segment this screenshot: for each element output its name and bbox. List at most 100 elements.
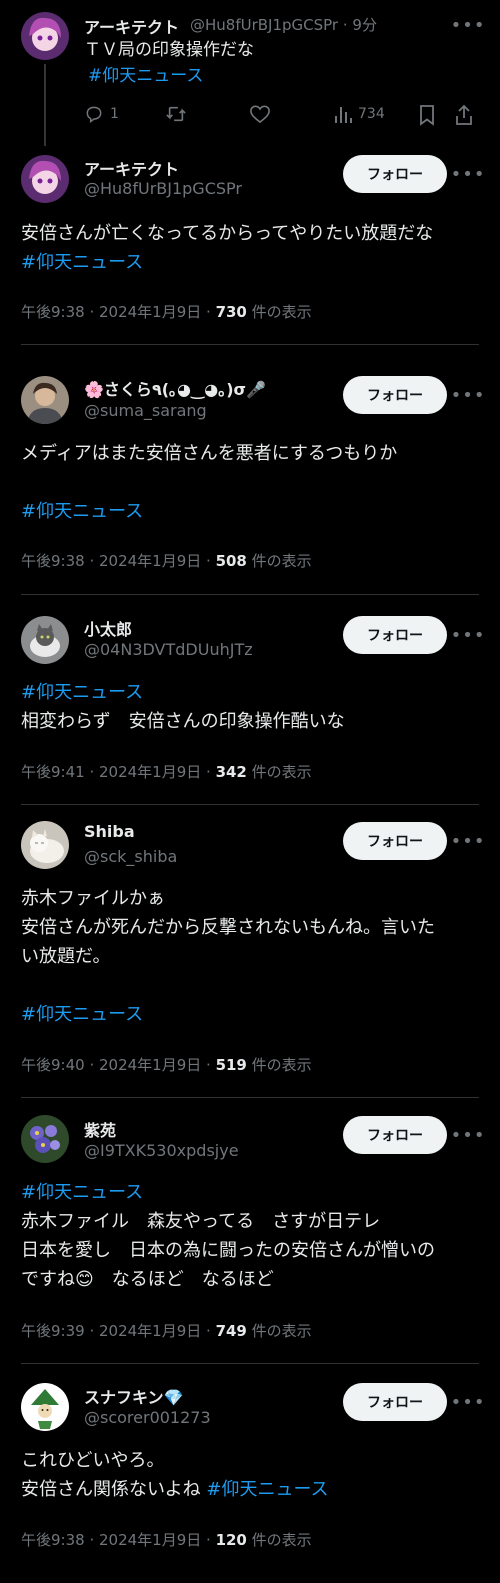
- views-label: 件の表示: [251, 552, 312, 570]
- author-handle[interactable]: @suma_sarang: [84, 401, 207, 420]
- hashtag-link[interactable]: #仰天ニュース: [21, 1178, 480, 1207]
- view-count: 730: [215, 303, 247, 321]
- tweet-text: これひどいやろ。: [21, 1450, 165, 1471]
- post-timestamp[interactable]: 午後9:41 · 2024年1月9日 ·: [21, 763, 216, 781]
- more-options-icon[interactable]: •••: [451, 624, 485, 646]
- view-count: 508: [215, 552, 247, 570]
- views-label: 件の表示: [251, 1322, 312, 1340]
- post-timestamp[interactable]: 午後9:38 · 2024年1月9日 ·: [21, 303, 216, 321]
- views-count: 734: [358, 106, 385, 122]
- divider: [21, 594, 479, 595]
- author-handle[interactable]: @Hu8fUrBJ1pGCSPr · 9分: [190, 14, 377, 35]
- view-count: 519: [215, 1056, 247, 1074]
- avatar[interactable]: [21, 821, 69, 869]
- views-button[interactable]: 734: [334, 104, 385, 124]
- view-count: 342: [215, 763, 247, 781]
- author-name[interactable]: アーキテクト: [84, 14, 179, 38]
- post-meta: 午後9:41 · 2024年1月9日 · 342 件の表示: [21, 761, 312, 782]
- author-name[interactable]: 小太郎: [84, 616, 132, 640]
- reply-icon: [86, 106, 102, 123]
- post-timestamp[interactable]: 午後9:38 · 2024年1月9日 ·: [21, 552, 216, 570]
- hashtag-link[interactable]: #仰天ニュース: [88, 63, 480, 89]
- follow-button[interactable]: フォロー: [343, 1116, 447, 1154]
- thread-line: [44, 64, 46, 146]
- hashtag-link[interactable]: #仰天ニュース: [21, 497, 480, 526]
- author-name[interactable]: アーキテクト: [84, 156, 179, 180]
- author-handle[interactable]: @04N3DVTdDUuhJTz: [84, 640, 253, 659]
- bookmark-icon: [420, 105, 434, 126]
- divider: [21, 804, 479, 805]
- heart-icon: [250, 105, 270, 124]
- hashtag-link[interactable]: #仰天ニュース: [21, 1000, 480, 1029]
- divider: [21, 1363, 479, 1364]
- handle-text: @Hu8fUrBJ1pGCSPr: [190, 16, 339, 34]
- follow-button[interactable]: フォロー: [343, 1383, 447, 1421]
- share-button[interactable]: [454, 104, 474, 126]
- tweet-text: 安倍さん関係ないよね #仰天ニュース: [21, 1475, 480, 1504]
- retweet-button[interactable]: [165, 104, 187, 124]
- post-meta: 午後9:39 · 2024年1月9日 · 749 件の表示: [21, 1320, 312, 1341]
- author-name[interactable]: 🌸さくら٩(｡◕‿◕｡)σ🎤: [84, 376, 266, 400]
- avatar[interactable]: [21, 12, 69, 60]
- follow-button[interactable]: フォロー: [343, 616, 447, 654]
- like-button[interactable]: [249, 104, 271, 124]
- author-handle[interactable]: @sck_shiba: [84, 847, 177, 866]
- divider: [21, 344, 479, 345]
- post-timestamp[interactable]: 午後9:39 · 2024年1月9日 ·: [21, 1322, 216, 1340]
- divider: [21, 1097, 479, 1098]
- follow-button[interactable]: フォロー: [343, 822, 447, 860]
- post-timestamp[interactable]: 午後9:38 · 2024年1月9日 ·: [21, 1531, 216, 1549]
- more-options-icon[interactable]: •••: [451, 163, 485, 185]
- more-options-icon[interactable]: •••: [451, 1391, 485, 1413]
- more-options-icon[interactable]: •••: [451, 1124, 485, 1146]
- views-label: 件の表示: [251, 1056, 312, 1074]
- hashtag-link[interactable]: #仰天ニュース: [206, 1479, 328, 1500]
- tweet-text: ですね😊 なるほど なるほど: [21, 1269, 274, 1290]
- post-meta: 午後9:38 · 2024年1月9日 · 508 件の表示: [21, 550, 312, 571]
- tweet-text: メディアはまた安倍さんを悪者にするつもりか: [21, 443, 398, 464]
- avatar[interactable]: [21, 155, 69, 203]
- tweet-text: 相変わらず 安倍さんの印象操作酷いな: [21, 711, 345, 732]
- avatar[interactable]: [21, 376, 69, 424]
- author-name[interactable]: Shiba: [84, 822, 135, 841]
- post-time: · 9分: [342, 16, 377, 34]
- more-options-icon[interactable]: •••: [451, 14, 485, 36]
- views-label: 件の表示: [251, 303, 312, 321]
- tweet-text: ＴＶ局の印象操作だな: [84, 40, 254, 60]
- views-icon: [335, 107, 352, 123]
- avatar[interactable]: [21, 1115, 69, 1163]
- author-handle[interactable]: @Hu8fUrBJ1pGCSPr: [84, 179, 242, 198]
- reply-button[interactable]: 1: [84, 104, 119, 124]
- post-meta: 午後9:40 · 2024年1月9日 · 519 件の表示: [21, 1054, 312, 1075]
- more-options-icon[interactable]: •••: [451, 830, 485, 852]
- reply-count: 1: [110, 106, 119, 122]
- hashtag-link[interactable]: #仰天ニュース: [21, 678, 480, 707]
- tweet-text-line: 安倍さん関係ないよね: [21, 1479, 207, 1500]
- author-handle[interactable]: @scorer001273: [84, 1408, 211, 1427]
- follow-button[interactable]: フォロー: [343, 376, 447, 414]
- share-icon: [456, 104, 472, 125]
- post-timestamp[interactable]: 午後9:40 · 2024年1月9日 ·: [21, 1056, 216, 1074]
- follow-button[interactable]: フォロー: [343, 155, 447, 193]
- tweet-text: 安倍さんが死んだから反撃されないもんね。言いた: [21, 917, 435, 938]
- post-meta: 午後9:38 · 2024年1月9日 · 730 件の表示: [21, 301, 312, 322]
- view-count: 120: [215, 1531, 247, 1549]
- tweet-text: 安倍さんが亡くなってるからってやりたい放題だな: [21, 223, 434, 244]
- avatar[interactable]: [21, 1383, 69, 1431]
- tweet-text: 日本を愛し 日本の為に闘ったの安倍さんが憎いの: [21, 1240, 435, 1261]
- bookmark-button[interactable]: [418, 104, 436, 126]
- author-name[interactable]: 紫苑: [84, 1117, 116, 1141]
- hashtag-link[interactable]: #仰天ニュース: [21, 248, 480, 277]
- tweet-text: 赤木ファイル 森友やってる さすが日テレ: [21, 1211, 381, 1232]
- view-count: 749: [215, 1322, 247, 1340]
- more-options-icon[interactable]: •••: [451, 384, 485, 406]
- retweet-icon: [166, 106, 186, 122]
- author-handle[interactable]: @I9TXK530xpdsjye: [84, 1141, 239, 1160]
- views-label: 件の表示: [251, 763, 312, 781]
- tweet-text: い放題だ。: [21, 946, 111, 967]
- author-name[interactable]: スナフキン💎: [84, 1384, 183, 1408]
- post-meta: 午後9:38 · 2024年1月9日 · 120 件の表示: [21, 1529, 312, 1550]
- views-label: 件の表示: [251, 1531, 312, 1549]
- avatar[interactable]: [21, 616, 69, 664]
- tweet-text: 赤木ファイルかぁ: [21, 888, 165, 909]
